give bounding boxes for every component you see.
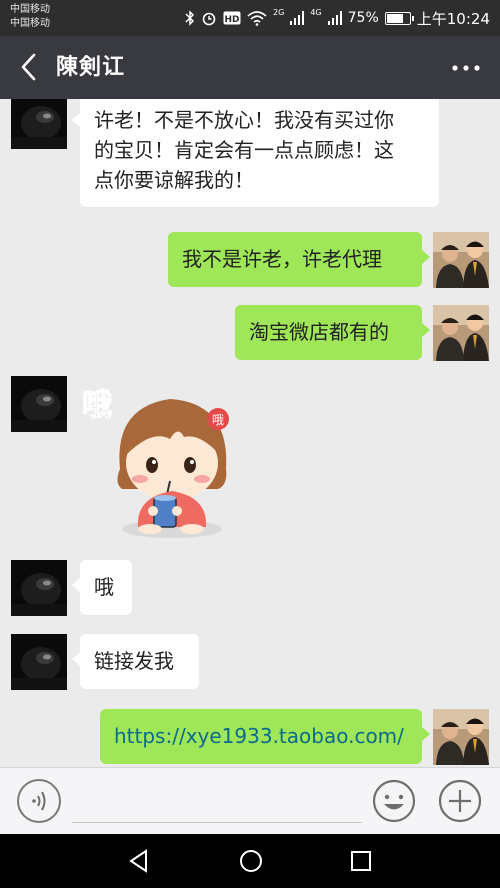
avatar-image bbox=[433, 709, 489, 765]
wifi-icon bbox=[247, 11, 267, 26]
message-text: 淘宝微店都有的 bbox=[249, 320, 389, 344]
contact-avatar[interactable] bbox=[11, 560, 67, 616]
message-text-field[interactable] bbox=[72, 782, 362, 823]
contact-name-title: 陳剣讧 bbox=[56, 55, 126, 80]
svg-text:HD: HD bbox=[225, 15, 240, 25]
my-avatar[interactable] bbox=[433, 709, 489, 765]
message-input-bar bbox=[0, 767, 500, 834]
voice-icon[interactable] bbox=[17, 779, 61, 823]
status-time: 上午10:24 bbox=[416, 9, 490, 28]
status-bar: 中国移动 中国移动 HD 2G 4G 75% 上午10:24 bbox=[0, 0, 500, 36]
avatar-image bbox=[433, 305, 489, 361]
message-text-line: 的宝贝！肯定会有一点点顾虑！这 bbox=[94, 138, 394, 162]
battery-fill bbox=[386, 13, 403, 23]
signal-icon-1 bbox=[290, 11, 305, 25]
contact-avatar[interactable] bbox=[11, 376, 67, 432]
emoji-icon[interactable] bbox=[372, 779, 416, 823]
sticker-caption: 哦 bbox=[82, 388, 112, 423]
chevron-left-icon[interactable] bbox=[14, 50, 44, 84]
message-bubble-received[interactable]: 许老！不是不放心！我没有买过你 的宝贝！肯定会有一点点顾虑！这 点你要谅解我的！ bbox=[72, 99, 439, 207]
ellipsis-icon[interactable] bbox=[450, 58, 482, 78]
message-text: 我不是许老，许老代理 bbox=[182, 247, 382, 271]
triangle-back-icon[interactable] bbox=[124, 846, 154, 876]
message-text: 链接发我 bbox=[94, 649, 174, 673]
contact-avatar[interactable] bbox=[11, 99, 67, 149]
my-avatar[interactable] bbox=[433, 232, 489, 288]
plus-icon[interactable] bbox=[438, 779, 482, 823]
message-text: 哦 bbox=[94, 575, 114, 599]
message-bubble-sent[interactable]: 淘宝微店都有的 bbox=[235, 305, 430, 360]
bluetooth-icon bbox=[185, 10, 195, 26]
message-bubble-received[interactable]: 链接发我 bbox=[72, 634, 199, 689]
avatar-image bbox=[11, 560, 67, 616]
avatar-image bbox=[433, 232, 489, 288]
message-text-line: 许老！不是不放心！我没有买过你 bbox=[94, 108, 394, 132]
carrier-label-2: 中国移动 bbox=[10, 18, 50, 29]
message-link[interactable]: https://xye1933.taobao.com/ bbox=[114, 724, 404, 748]
square-recents-icon[interactable] bbox=[346, 846, 376, 876]
network-type-2: 4G bbox=[310, 8, 322, 17]
message-bubble-received[interactable]: 哦 bbox=[72, 560, 132, 615]
circle-home-icon[interactable] bbox=[236, 846, 266, 876]
message-text-line: 点你要谅解我的！ bbox=[94, 168, 254, 192]
system-nav-bar bbox=[0, 834, 500, 888]
girl-drinking-sticker[interactable]: 哦 哦 bbox=[80, 377, 250, 545]
battery-percent: 75% bbox=[347, 10, 379, 26]
message-list[interactable]: 许老！不是不放心！我没有买过你 的宝贝！肯定会有一点点顾虑！这 点你要谅解我的！… bbox=[0, 99, 500, 767]
signal-icon-2 bbox=[327, 11, 342, 25]
message-bubble-sent-link[interactable]: https://xye1933.taobao.com/ bbox=[100, 709, 430, 764]
alarm-icon bbox=[202, 12, 216, 26]
message-bubble-sent[interactable]: 我不是许老，许老代理 bbox=[168, 232, 430, 287]
avatar-image bbox=[11, 634, 67, 690]
sticker-badge-text: 哦 bbox=[212, 413, 224, 427]
chat-header: 陳剣讧 bbox=[0, 36, 500, 99]
network-type-1: 2G bbox=[273, 8, 285, 17]
hd-icon: HD bbox=[223, 11, 241, 25]
avatar-image bbox=[11, 99, 67, 149]
carrier-label-1: 中国移动 bbox=[10, 4, 50, 15]
avatar-image bbox=[11, 376, 67, 432]
contact-avatar[interactable] bbox=[11, 634, 67, 690]
status-icons: HD 2G 4G 75% 上午10:24 bbox=[185, 8, 490, 28]
battery-icon bbox=[384, 11, 414, 25]
my-avatar[interactable] bbox=[433, 305, 489, 361]
